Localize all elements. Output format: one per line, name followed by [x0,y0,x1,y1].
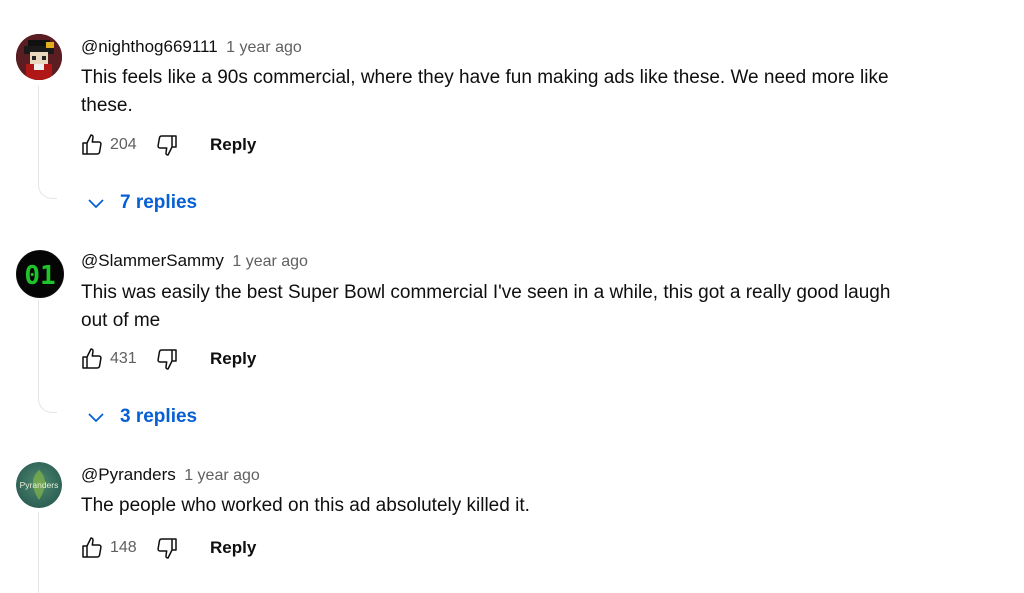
like-count: 204 [110,136,137,153]
digital-01-avatar-icon: 01 [17,251,63,297]
view-replies-button[interactable]: 7 replies [86,189,197,217]
thumbs-down-icon [157,135,177,156]
comment-actions: 431 Reply [79,345,256,373]
avatar[interactable] [16,34,62,80]
comment-header: @nighthog669111 1 year ago [81,37,302,57]
chevron-down-icon [86,193,106,213]
dislike-button[interactable] [154,132,180,158]
replies-count-label: 7 replies [120,192,198,213]
comment-header: @SlammerSammy 1 year ago [81,251,308,271]
thumbs-up-icon [82,537,102,558]
thumbs-down-icon [157,538,177,559]
avatar[interactable]: 01 [16,250,64,298]
reply-button[interactable]: Reply [210,538,256,558]
author-name[interactable]: @Pyranders [81,465,176,484]
chevron-down-icon [86,407,106,427]
comment-actions: 148 Reply [79,534,256,562]
pyranders-avatar-icon: Pyranders [16,462,62,508]
thumbs-down-icon [157,349,177,370]
comment-text: This was easily the best Super Bowl comm… [81,282,891,331]
timestamp[interactable]: 1 year ago [232,253,308,270]
reply-button[interactable]: Reply [210,135,256,155]
like-count: 148 [110,539,137,556]
replies-count-label: 3 replies [120,406,198,427]
dislike-button[interactable] [154,346,180,372]
timestamp[interactable]: 1 year ago [226,39,302,56]
comment-actions: 204 Reply [79,131,256,159]
author-name[interactable]: @SlammerSammy [81,251,224,270]
avatar-text: Pyranders [20,480,59,490]
comment-text: The people who worked on this ad absolut… [81,495,530,516]
pixel-art-avatar-icon [16,34,62,80]
reply-button[interactable]: Reply [210,349,256,369]
comment-header: @Pyranders 1 year ago [81,465,260,485]
thread-line [38,300,57,413]
thread-line [38,86,57,199]
timestamp[interactable]: 1 year ago [184,467,260,484]
like-count: 431 [110,350,137,367]
comment-text: This feels like a 90s commercial, where … [81,67,889,116]
thumbs-up-icon [82,134,102,155]
thumbs-up-icon [82,348,102,369]
avatar[interactable]: Pyranders [16,462,62,508]
like-button[interactable] [79,346,105,372]
like-button[interactable] [79,132,105,158]
thread-line [38,512,57,593]
avatar-text: 01 [24,261,55,291]
like-button[interactable] [79,535,105,561]
author-name[interactable]: @nighthog669111 [81,37,218,56]
dislike-button[interactable] [154,535,180,561]
view-replies-button[interactable]: 3 replies [86,403,197,431]
